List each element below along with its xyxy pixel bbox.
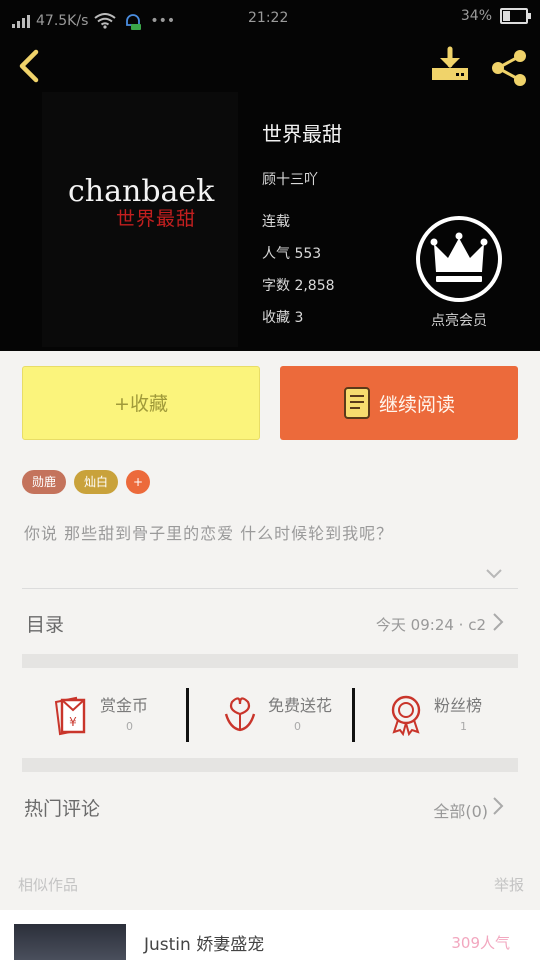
chevron-right-icon bbox=[493, 613, 504, 631]
notification-icon bbox=[126, 14, 142, 30]
all-comments-link[interactable]: 全部(0) bbox=[433, 798, 488, 822]
book-status: 连载 bbox=[262, 214, 290, 230]
reward-coins-label: 赏金币 bbox=[100, 696, 149, 715]
book-popularity: 人气 553 bbox=[262, 246, 322, 262]
book-favorites: 收藏 3 bbox=[262, 310, 304, 326]
book-info: 世界最甜 顾十三吖 连载 人气 553 字数 2,858 收藏 3 bbox=[262, 118, 342, 339]
add-tag-button[interactable]: + bbox=[126, 470, 151, 494]
action-bar: ¥ 赏金币 0 免费送花 0 粉丝榜 1 bbox=[22, 682, 518, 748]
reward-coins-count: 0 bbox=[126, 720, 133, 733]
book-icon bbox=[343, 387, 370, 419]
similar-book-cover bbox=[14, 924, 126, 960]
similar-book-popularity: 309人气 bbox=[451, 934, 510, 952]
section-divider bbox=[22, 758, 518, 772]
wifi-icon bbox=[94, 13, 116, 29]
hot-comments-label: 热门评论 bbox=[24, 798, 101, 820]
fan-ranking-label: 粉丝榜 bbox=[434, 696, 483, 715]
battery-icon bbox=[500, 8, 531, 24]
cover-title-cn: 世界最甜 bbox=[116, 208, 197, 230]
book-title: 世界最甜 bbox=[262, 122, 342, 146]
vip-label: 点亮会员 bbox=[431, 313, 487, 329]
tag-xunlu[interactable]: 勋鹿 bbox=[22, 470, 67, 494]
toc-latest-update: 今天 09:24 · c2 bbox=[375, 616, 486, 634]
report-button[interactable]: 举报 bbox=[494, 874, 524, 895]
battery-percent: 34% bbox=[460, 8, 492, 24]
book-word-count: 字数 2,858 bbox=[262, 278, 335, 294]
action-separator bbox=[352, 688, 355, 742]
vip-button[interactable]: 点亮会员 bbox=[414, 214, 504, 334]
action-separator bbox=[186, 688, 189, 742]
send-flower-count: 0 bbox=[294, 720, 301, 733]
continue-reading-button[interactable]: 继续阅读 bbox=[280, 366, 518, 440]
book-author[interactable]: 顾十三吖 bbox=[262, 169, 342, 201]
section-divider bbox=[22, 654, 518, 668]
flower-icon bbox=[224, 697, 256, 732]
toc-label: 目录 bbox=[26, 614, 65, 636]
send-flower-button[interactable]: 免费送花 0 bbox=[190, 682, 350, 748]
fan-ranking-count: 1 bbox=[460, 720, 467, 733]
book-header: 47.5K/s ••• 21:22 34% chanbaek 世界最甜 世界最甜… bbox=[0, 0, 540, 351]
send-flower-label: 免费送花 bbox=[268, 696, 333, 715]
signal-icon bbox=[12, 14, 30, 28]
table-of-contents-row[interactable]: 目录 今天 09:24 · c2 bbox=[22, 604, 518, 640]
status-time: 21:22 bbox=[248, 10, 289, 26]
status-bar: 47.5K/s ••• 21:22 34% bbox=[0, 0, 540, 38]
similar-works-heading: 相似作品 bbox=[18, 876, 79, 894]
share-button[interactable] bbox=[488, 48, 532, 88]
svg-text:¥: ¥ bbox=[69, 715, 77, 729]
hot-comments-row[interactable]: 热门评论 全部(0) bbox=[22, 790, 518, 826]
crown-icon bbox=[416, 216, 502, 302]
red-envelope-icon: ¥ bbox=[54, 696, 86, 736]
tag-canbai[interactable]: 灿白 bbox=[74, 470, 119, 494]
chevron-right-icon bbox=[493, 797, 504, 815]
tag-list: 勋鹿 灿白 + bbox=[22, 470, 151, 494]
network-speed: 47.5K/s bbox=[36, 13, 89, 29]
back-button[interactable] bbox=[14, 46, 44, 86]
similar-book-item[interactable]: Justin 娇妻盛宠 309人气 bbox=[0, 910, 540, 960]
similar-book-title: Justin 娇妻盛宠 bbox=[144, 935, 265, 955]
continue-reading-label: 继续阅读 bbox=[378, 393, 455, 416]
chevron-down-icon[interactable] bbox=[484, 566, 504, 580]
book-description: 你说 那些甜到骨子里的恋爱 什么时候轮到我呢？ bbox=[24, 524, 394, 543]
medal-icon bbox=[391, 695, 421, 736]
add-favorite-button[interactable]: +收藏 bbox=[22, 366, 260, 440]
book-cover[interactable]: chanbaek 世界最甜 bbox=[42, 92, 238, 347]
more-status-icon: ••• bbox=[150, 13, 176, 29]
reward-coins-button[interactable]: ¥ 赏金币 0 bbox=[22, 682, 182, 748]
divider bbox=[22, 588, 518, 589]
download-button[interactable] bbox=[428, 46, 472, 86]
fan-ranking-button[interactable]: 粉丝榜 1 bbox=[356, 682, 516, 748]
